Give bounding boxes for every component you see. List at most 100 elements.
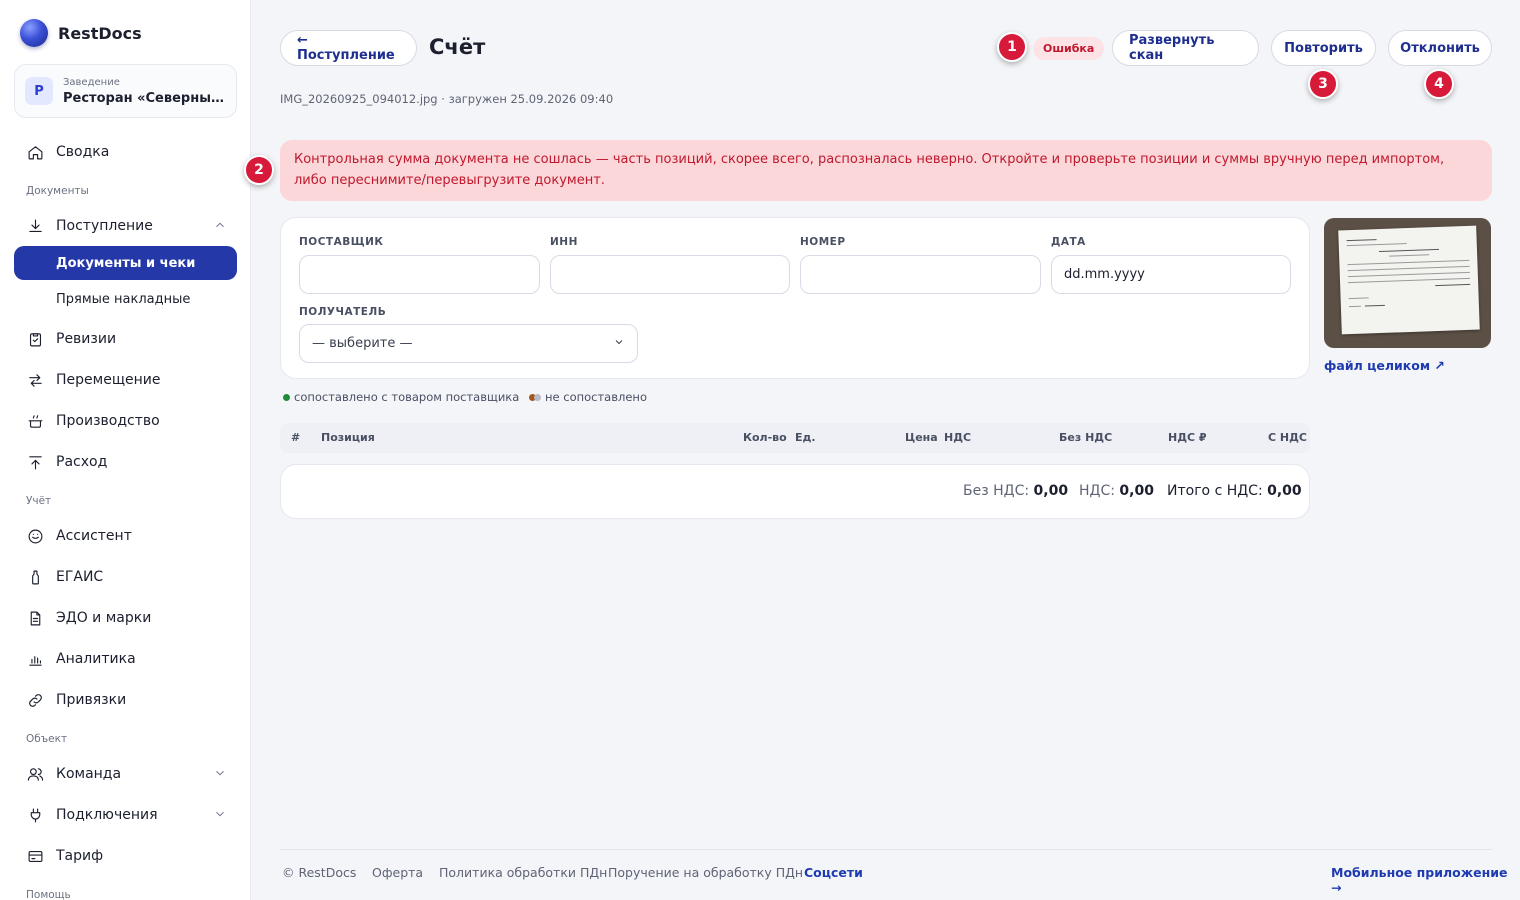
column-header: Кол-во (743, 431, 787, 444)
sidebar-item-analytics[interactable]: Аналитика (14, 642, 237, 676)
sidebar-item-edo[interactable]: ЭДО и марки (14, 601, 237, 635)
sidebar-item-expense[interactable]: Расход (14, 445, 237, 479)
sidebar-item-connections[interactable]: Подключения (14, 798, 237, 832)
sidebar-item-transfer[interactable]: Перемещение (14, 363, 237, 397)
legend-matched-label: сопоставлено с товаром поставщика (294, 390, 520, 404)
annotation-marker-2: 2 (244, 155, 274, 185)
recipient-select-value: — выберите — (312, 336, 413, 351)
footer-privacy-link[interactable]: Политика обработки ПДн (439, 865, 607, 880)
sidebar-item-receipts[interactable]: Поступление (14, 209, 237, 243)
supplier-label: ПОСТАВЩИК (299, 236, 384, 248)
inn-label: ИНН (550, 236, 578, 248)
transfer-arrows-icon (26, 371, 44, 389)
cooking-pot-icon (26, 412, 44, 430)
column-header: Без НДС (1059, 431, 1113, 444)
column-header: НДС (944, 431, 972, 444)
sidebar-item-tariff[interactable]: Тариф (14, 839, 237, 873)
sidebar-item-revisions[interactable]: Ревизии (14, 322, 237, 356)
footer-mobile-app-link[interactable]: Мобильное приложение → (1331, 865, 1520, 895)
sidebar-item-label: ЕГАИС (56, 569, 104, 585)
recipient-select[interactable]: — выберите — (299, 324, 638, 363)
scan-thumbnail[interactable] (1324, 218, 1491, 348)
sidebar-item-summary[interactable]: Сводка (14, 135, 237, 169)
column-header: НДС ₽ (1168, 431, 1207, 444)
sidebar-item-production[interactable]: Производство (14, 404, 237, 438)
brand-name: RestDocs (58, 23, 142, 43)
sidebar-item-assistant[interactable]: Ассистент (14, 519, 237, 553)
footer-assignment-link[interactable]: Поручение на обработку ПДн (608, 865, 803, 880)
back-button[interactable]: ← Поступление (280, 30, 417, 66)
annotation-marker-1: 1 (997, 32, 1027, 62)
checksum-error-alert: Контрольная сумма документа не сошлась —… (280, 140, 1492, 201)
home-icon (26, 143, 44, 161)
section-label-accounting: Учёт (26, 495, 52, 507)
footer-social-link[interactable]: Соцсети (804, 865, 863, 880)
sidebar-item-label: Команда (56, 766, 122, 782)
date-label: ДАТА (1051, 236, 1086, 248)
expand-scan-button[interactable]: Развернуть скан (1112, 30, 1259, 66)
chevron-down-icon[interactable] (213, 807, 227, 821)
chevron-down-icon (613, 336, 625, 352)
positions-table-header: # Позиция Кол-во Ед. Цена НДС Без НДС НД… (280, 423, 1310, 453)
sidebar-item-egais[interactable]: ЕГАИС (14, 560, 237, 594)
sidebar-item-label: Расход (56, 454, 108, 470)
sidebar-item-label: Привязки (56, 692, 127, 708)
upload-icon (26, 453, 44, 471)
number-label: НОМЕР (800, 236, 846, 248)
download-icon (26, 217, 44, 235)
sidebar-item-label: Подключения (56, 807, 158, 823)
sidebar-item-label: Ассистент (56, 528, 132, 544)
sidebar-item-label: ЭДО и марки (56, 610, 152, 626)
sidebar-item-team[interactable]: Команда (14, 757, 237, 791)
number-field[interactable] (800, 255, 1041, 294)
footer-offer-link[interactable]: Оферта (372, 865, 423, 880)
link-icon (26, 691, 44, 709)
file-meta: IMG_20260925_094012.jpg · загружен 25.09… (280, 92, 614, 106)
card-icon (26, 847, 44, 865)
sidebar-item-label: Перемещение (56, 372, 161, 388)
chevron-up-icon[interactable] (213, 218, 227, 232)
brand[interactable]: RestDocs (20, 19, 142, 47)
open-full-file-link[interactable]: файл целиком ↗ (1324, 358, 1445, 373)
sidebar-item-documents-and-receipts[interactable]: Документы и чеки (14, 246, 237, 280)
page-title: Счёт (429, 35, 486, 59)
footer-copyright: © RestDocs (282, 865, 357, 880)
supplier-field[interactable] (299, 255, 540, 294)
total-vat: НДС: 0,00 (1079, 483, 1154, 499)
column-header: Позиция (321, 431, 375, 444)
unmatched-dots-icon (529, 393, 541, 401)
retry-button[interactable]: Повторить (1271, 30, 1376, 66)
legend-unmatched: не сопоставлено (529, 390, 647, 404)
sidebar-item-label: Прямые накладные (56, 291, 191, 307)
venue-label: Заведение (63, 76, 120, 88)
section-label-documents: Документы (26, 185, 89, 197)
annotation-marker-3: 3 (1308, 69, 1338, 99)
footer-divider (280, 849, 1492, 850)
matched-dot-icon (283, 393, 290, 401)
recipient-label: ПОЛУЧАТЕЛЬ (299, 306, 387, 318)
document-form: ПОСТАВЩИК ИНН НОМЕР ДАТА dd.mm.yyyy ПОЛУ… (280, 217, 1310, 379)
reject-button[interactable]: Отклонить (1388, 30, 1492, 66)
sidebar-item-label: Сводка (56, 144, 110, 160)
sidebar-item-label: Поступление (56, 218, 153, 234)
assistant-icon (26, 527, 44, 545)
venue-name: Ресторан «Северный ... (63, 90, 225, 106)
date-field[interactable]: dd.mm.yyyy (1051, 255, 1291, 294)
bar-chart-icon (26, 650, 44, 668)
section-label-object: Объект (26, 733, 68, 745)
sidebar-item-label: Ревизии (56, 331, 117, 347)
sidebar: RestDocs Р Заведение Ресторан «Северный … (0, 0, 251, 900)
column-header: Ед. (795, 431, 816, 444)
sidebar-item-direct-invoices[interactable]: Прямые накладные (14, 282, 237, 316)
column-header: # (291, 431, 301, 444)
total-with-vat: Итого с НДС: 0,00 (1167, 483, 1302, 499)
totals-card: Без НДС: 0,00 НДС: 0,00 Итого с НДС: 0,0… (280, 464, 1310, 519)
brand-logo-icon (20, 19, 48, 47)
document-icon (26, 609, 44, 627)
venue-switcher[interactable]: Р Заведение Ресторан «Северный ... (14, 64, 237, 118)
venue-avatar: Р (25, 77, 53, 105)
sidebar-item-bindings[interactable]: Привязки (14, 683, 237, 717)
chevron-down-icon[interactable] (213, 766, 227, 780)
total-without-vat: Без НДС: 0,00 (963, 483, 1069, 499)
inn-field[interactable] (550, 255, 790, 294)
